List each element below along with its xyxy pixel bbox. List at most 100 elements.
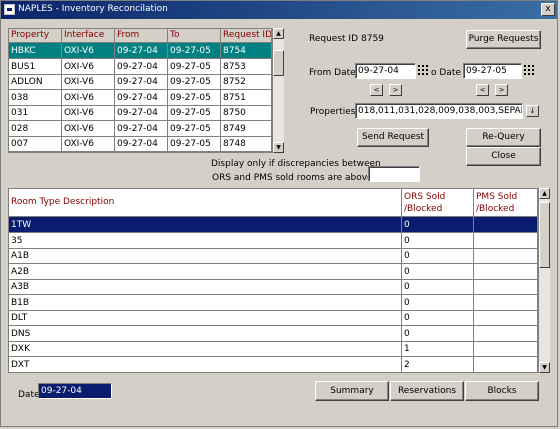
header-pms-sold-blocked[interactable]: PMS Sold/Blocked	[474, 189, 538, 217]
to-date-field[interactable]: 09-27-05	[463, 63, 522, 79]
blocks-button[interactable]: Blocks	[465, 381, 539, 401]
header-from[interactable]: From	[115, 29, 168, 43]
calendar-icon[interactable]	[524, 64, 536, 76]
cell-interface: OXI-V6	[62, 74, 115, 90]
request-id-value: 8759	[361, 34, 384, 44]
reservations-button[interactable]: Reservations	[390, 381, 464, 401]
cell-pms-sold	[474, 232, 538, 249]
table-row[interactable]: A2B 0	[9, 263, 538, 280]
header-to[interactable]: To	[168, 29, 221, 43]
rooms-scrollbar[interactable]: ▲ ▼	[539, 188, 550, 373]
send-request-button[interactable]: Send Request	[357, 128, 429, 147]
table-row[interactable]: ADLON OXI-V6 09-27-04 09-27-05 8752	[9, 74, 272, 90]
table-row[interactable]: DXK 1	[9, 341, 538, 357]
cell-request-id: 8750	[221, 105, 272, 121]
scroll-down-button[interactable]: ▼	[273, 142, 284, 153]
scroll-thumb[interactable]	[539, 202, 550, 268]
table-row[interactable]: 031 OXI-V6 09-27-04 09-27-05 8750	[9, 105, 272, 121]
window-close-button[interactable]: x	[541, 3, 555, 16]
cell-interface: OXI-V6	[62, 43, 115, 59]
table-row[interactable]: 038 OXI-V6 09-27-04 09-27-05 8751	[9, 89, 272, 106]
inventory-reconciliation-window: NAPLES - Inventory Reconcilation x Prope…	[0, 0, 558, 427]
cell-request-id: 8752	[221, 74, 272, 90]
cell-property: BUS1	[9, 58, 62, 75]
cell-property: HBKC	[9, 43, 62, 59]
cell-to: 09-27-05	[168, 58, 221, 75]
summary-button[interactable]: Summary	[315, 381, 389, 401]
table-row[interactable]: 1TW 0	[9, 217, 538, 233]
properties-field[interactable]: 018,011,031,028,009,038,003,SEPARA,	[355, 103, 523, 119]
cell-property: ADLON	[9, 74, 62, 90]
cell-property: 028	[9, 120, 62, 137]
table-row[interactable]: A3B 0	[9, 279, 538, 295]
discrepancy-threshold-field[interactable]	[368, 166, 420, 182]
from-date-prev-button[interactable]: <	[370, 84, 383, 96]
requests-scrollbar[interactable]: ▲ ▼	[273, 28, 284, 153]
table-row[interactable]: 35 0	[9, 232, 538, 249]
scroll-down-button[interactable]: ▼	[539, 362, 550, 373]
header-label: /Blocked	[404, 204, 443, 214]
cell-ors-sold: 0	[402, 310, 474, 326]
table-row[interactable]: HBKC OXI-V6 09-27-04 09-27-05 8754	[9, 43, 272, 59]
header-request-id[interactable]: Request ID	[221, 29, 272, 43]
cell-ors-sold: 0	[402, 325, 474, 342]
cell-property: 038	[9, 89, 62, 106]
discrepancy-label-line2: ORS and PMS sold rooms are above	[212, 173, 373, 183]
cell-ors-sold: 0	[402, 217, 474, 233]
cell-to: 09-27-05	[168, 43, 221, 59]
date-label: Date	[18, 390, 40, 400]
scroll-up-button[interactable]: ▲	[273, 28, 284, 39]
cell-room-type: A3B	[9, 279, 402, 295]
table-row[interactable]: 028 OXI-V6 09-27-04 09-27-05 8749	[9, 120, 272, 137]
header-room-type-description[interactable]: Room Type Description	[9, 189, 402, 217]
cell-from: 09-27-04	[115, 89, 168, 106]
requery-button[interactable]: Re-Query	[466, 128, 541, 147]
header-label: /Blocked	[476, 204, 515, 214]
scroll-thumb[interactable]	[273, 50, 284, 76]
from-date-next-button[interactable]: >	[389, 84, 402, 96]
app-icon	[4, 4, 15, 15]
table-row[interactable]: DXT 2	[9, 356, 538, 373]
from-date-field[interactable]: 09-27-04	[355, 63, 416, 79]
cell-room-type: B1B	[9, 294, 402, 311]
header-label: Room Type Description	[11, 197, 115, 207]
scroll-up-button[interactable]: ▲	[539, 188, 550, 199]
to-date-prev-button[interactable]: <	[476, 84, 489, 96]
to-date-next-button[interactable]: >	[495, 84, 508, 96]
header-property[interactable]: Property	[9, 29, 62, 43]
date-field[interactable]: 09-27-04	[38, 383, 112, 399]
purge-requests-button[interactable]: Purge Requests	[466, 30, 541, 49]
table-row[interactable]: BUS1 OXI-V6 09-27-04 09-27-05 8753	[9, 58, 272, 75]
cell-to: 09-27-05	[168, 89, 221, 106]
room-types-table: Room Type Description ORS Sold/Blocked PMS…	[8, 188, 539, 373]
cell-from: 09-27-04	[115, 105, 168, 121]
cell-to: 09-27-05	[168, 74, 221, 90]
cell-ors-sold: 0	[402, 279, 474, 295]
table-row[interactable]: 007 OXI-V6 09-27-04 09-27-05 8748	[9, 136, 272, 152]
header-interface[interactable]: Interface	[62, 29, 115, 43]
header-ors-sold-blocked[interactable]: ORS Sold/Blocked	[402, 189, 474, 217]
cell-ors-sold: 0	[402, 248, 474, 264]
cell-interface: OXI-V6	[62, 120, 115, 137]
table-row[interactable]: B1B 0	[9, 294, 538, 311]
cell-room-type: A2B	[9, 263, 402, 280]
cell-to: 09-27-05	[168, 136, 221, 152]
table-row[interactable]: DLT 0	[9, 310, 538, 326]
cell-to: 09-27-05	[168, 120, 221, 137]
cell-ors-sold: 2	[402, 356, 474, 373]
cell-pms-sold	[474, 217, 538, 233]
properties-dropdown-button[interactable]: ↓	[526, 105, 539, 117]
table-row[interactable]: DNS 0	[9, 325, 538, 342]
cell-ors-sold: 0	[402, 232, 474, 249]
close-button[interactable]: Close	[466, 147, 541, 166]
cell-from: 09-27-04	[115, 58, 168, 75]
calendar-icon[interactable]	[418, 64, 430, 76]
cell-ors-sold: 0	[402, 294, 474, 311]
table-row[interactable]: A1B 0	[9, 248, 538, 264]
window-title: NAPLES - Inventory Reconcilation	[18, 4, 168, 14]
cell-pms-sold	[474, 356, 538, 373]
cell-property: 031	[9, 105, 62, 121]
header-label: PMS Sold	[476, 192, 518, 202]
cell-from: 09-27-04	[115, 136, 168, 152]
cell-from: 09-27-04	[115, 74, 168, 90]
